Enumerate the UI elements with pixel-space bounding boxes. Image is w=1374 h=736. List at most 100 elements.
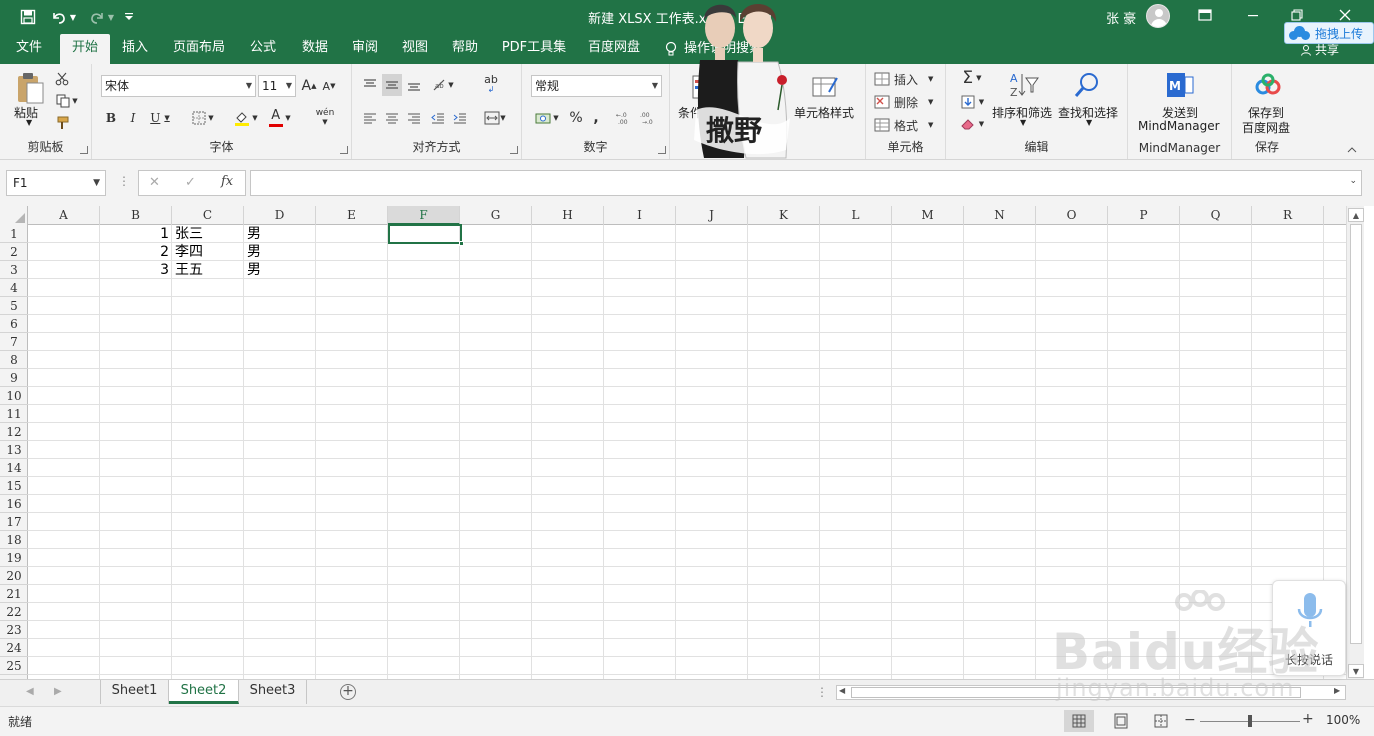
tab-file[interactable]: 文件	[6, 34, 52, 64]
tab-insert[interactable]: 插入	[112, 34, 158, 64]
scroll-up-icon[interactable]: ▲	[1348, 208, 1364, 222]
tab-formulas[interactable]: 公式	[240, 34, 286, 64]
column-header-c[interactable]: C	[172, 206, 244, 225]
scroll-right-icon[interactable]: ▶	[1334, 686, 1340, 695]
format-cells-button[interactable]: 格式 ▼	[874, 116, 944, 134]
customize-qat-icon[interactable]	[122, 6, 136, 28]
worksheet-grid[interactable]: ABCDEFGHIJKLMNOPQR 1 2 3 4 5 6 7 8 9 10 11 12 13 14 15…	[0, 206, 1346, 679]
align-left-icon[interactable]	[360, 108, 380, 128]
comma-style-button[interactable]: ,	[588, 108, 604, 128]
conditional-format-icon[interactable]	[688, 70, 718, 104]
save-icon[interactable]	[16, 6, 40, 28]
vertical-scroll-thumb[interactable]	[1350, 224, 1362, 644]
row-header-5[interactable]: 5	[0, 297, 28, 315]
delete-cells-button[interactable]: 删除 ▼	[874, 93, 944, 111]
row-header-12[interactable]: 12	[0, 423, 28, 441]
column-header-o[interactable]: O	[1036, 206, 1108, 225]
confirm-entry-button[interactable]: ✓	[185, 175, 196, 190]
font-size-select[interactable]: 11 ▼	[258, 75, 296, 97]
row-header-17[interactable]: 17	[0, 513, 28, 531]
font-name-select[interactable]: 宋体 ▼	[101, 75, 256, 97]
column-header-l[interactable]: L	[820, 206, 892, 225]
tab-view[interactable]: 视图	[392, 34, 438, 64]
minimize-icon[interactable]	[1238, 4, 1268, 26]
grow-font-icon[interactable]: A ▲	[300, 76, 318, 96]
column-header-a[interactable]: A	[28, 206, 100, 225]
cell-d2[interactable]: 男	[244, 243, 316, 261]
align-middle-icon[interactable]	[382, 74, 402, 96]
normal-view-icon[interactable]	[1064, 710, 1094, 732]
column-header-n[interactable]: N	[964, 206, 1036, 225]
font-color-icon[interactable]: A ▼	[266, 108, 294, 128]
row-header-16[interactable]: 16	[0, 495, 28, 513]
cell-c2[interactable]: 李四	[172, 243, 244, 261]
cell-d3[interactable]: 男	[244, 261, 316, 279]
accounting-format-icon[interactable]: ▼	[530, 108, 564, 128]
cell-b3[interactable]: 3	[100, 261, 172, 279]
name-box[interactable]: F1 ▼	[6, 170, 106, 196]
cell-b1[interactable]: 1	[100, 225, 172, 243]
borders-icon[interactable]: ▼	[190, 108, 216, 128]
column-header-m[interactable]: M	[892, 206, 964, 225]
percent-style-button[interactable]: %	[566, 108, 586, 128]
zoom-level[interactable]: 100%	[1326, 713, 1360, 727]
row-header-14[interactable]: 14	[0, 459, 28, 477]
cell-area[interactable]: 1 张三男 2 李四男 3 王五男	[28, 225, 1346, 679]
cell-c1[interactable]: 张三	[172, 225, 244, 243]
scroll-down-icon[interactable]: ▼	[1348, 664, 1364, 678]
mindmanager-icon[interactable]: M	[1164, 70, 1196, 100]
column-header-p[interactable]: P	[1108, 206, 1180, 225]
zoom-slider-thumb[interactable]	[1248, 715, 1252, 727]
sheet-tab-1[interactable]: Sheet1	[101, 680, 169, 704]
orientation-icon[interactable]: ab ▼	[428, 74, 458, 96]
increase-decimal-icon[interactable]: ←.0.00	[614, 108, 636, 128]
row-header-23[interactable]: 23	[0, 621, 28, 639]
row-header-15[interactable]: 15	[0, 477, 28, 495]
row-header-18[interactable]: 18	[0, 531, 28, 549]
fill-handle[interactable]	[459, 241, 464, 246]
tab-baidu-netdisk[interactable]: 百度网盘	[582, 34, 646, 64]
merge-center-icon[interactable]: ▼	[480, 108, 510, 128]
tab-pdf-tools[interactable]: PDF工具集	[496, 34, 572, 64]
tab-help[interactable]: 帮助	[442, 34, 488, 64]
row-header-19[interactable]: 19	[0, 549, 28, 567]
undo-icon[interactable]: ▼	[48, 6, 78, 28]
conditional-format-label[interactable]: 条件格式	[678, 104, 726, 121]
scroll-left-icon[interactable]: ◀	[839, 686, 845, 695]
row-header-10[interactable]: 10	[0, 387, 28, 405]
row-header-8[interactable]: 8	[0, 351, 28, 369]
horizontal-scroll-thumb[interactable]	[851, 687, 1301, 698]
align-center-icon[interactable]	[382, 108, 402, 128]
row-header-20[interactable]: 20	[0, 567, 28, 585]
cell-d1[interactable]: 男	[244, 225, 316, 243]
user-name[interactable]: 张 豪	[1106, 8, 1136, 27]
zoom-out-button[interactable]: −	[1184, 712, 1196, 728]
decrease-indent-icon[interactable]	[428, 108, 448, 128]
ribbon-display-icon[interactable]	[1190, 4, 1220, 26]
page-break-view-icon[interactable]	[1146, 710, 1176, 732]
cell-c3[interactable]: 王五	[172, 261, 244, 279]
align-right-icon[interactable]	[404, 108, 424, 128]
prev-sheet-icon[interactable]: ◀	[26, 686, 34, 697]
insert-cells-button[interactable]: 插入 ▼	[874, 70, 944, 88]
avatar[interactable]	[1146, 4, 1170, 28]
formula-input[interactable]: ⌄	[250, 170, 1362, 196]
column-header-b[interactable]: B	[100, 206, 172, 225]
zoom-in-button[interactable]: +	[1302, 711, 1314, 727]
number-format-select[interactable]: 常规 ▼	[531, 75, 662, 97]
autosum-icon[interactable]: Σ ▼	[956, 68, 988, 88]
tab-home[interactable]: 开始	[60, 34, 110, 64]
wrap-text-icon[interactable]: ab ↲	[480, 74, 502, 96]
expand-formula-icon[interactable]: ⌄	[1349, 176, 1357, 186]
column-header-q[interactable]: Q	[1180, 206, 1252, 225]
column-header-r[interactable]: R	[1252, 206, 1324, 225]
select-all-button[interactable]	[0, 206, 28, 225]
cell-b2[interactable]: 2	[100, 243, 172, 261]
number-launcher-icon[interactable]	[658, 146, 666, 154]
copy-icon[interactable]: ▼	[52, 92, 82, 110]
tell-me-search[interactable]: 操作说明搜索	[664, 34, 764, 64]
clipboard-launcher-icon[interactable]	[80, 146, 88, 154]
row-header-3[interactable]: 3	[0, 261, 28, 279]
italic-button[interactable]: I	[124, 108, 142, 128]
shrink-font-icon[interactable]: A ▼	[320, 76, 338, 96]
